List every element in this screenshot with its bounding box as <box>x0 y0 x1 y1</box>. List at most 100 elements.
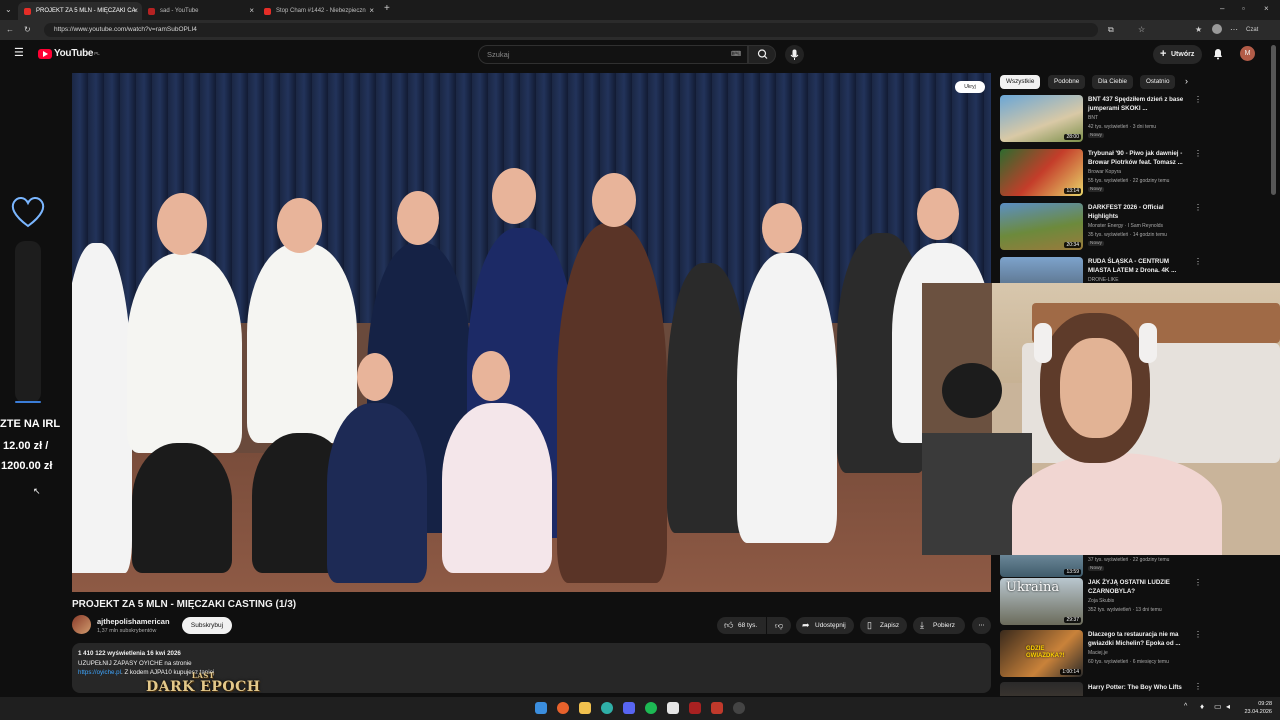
more-vert-icon[interactable]: ⋮ <box>1194 203 1202 212</box>
address-input[interactable]: https://www.youtube.com/watch?v=ramSubOP… <box>44 23 1098 37</box>
subscribe-button[interactable]: Subskrybuj <box>182 617 232 634</box>
video-head <box>277 198 322 253</box>
keyboard-icon[interactable]: ⌨ <box>731 50 741 58</box>
description-link[interactable]: https://oyiche.pl <box>78 669 121 676</box>
copilot-chat-button[interactable]: Czat <box>1246 25 1258 35</box>
page-scrollbar[interactable] <box>1271 45 1276 195</box>
channel-avatar[interactable] <box>72 615 91 634</box>
search-input[interactable]: Szukaj <box>478 45 748 64</box>
youtube-logo-text: YouTube <box>54 48 94 59</box>
game-icon[interactable] <box>689 702 701 714</box>
video-duration: 13:14 <box>1064 188 1081 194</box>
recommendation-item[interactable]: Ukraina 29:37 JAK ŻYJĄ OSTATNI LUDZIE CZ… <box>1000 578 1270 628</box>
bookmark-icon: ▯ <box>867 620 872 630</box>
volume-icon[interactable]: ◂ <box>1226 702 1230 711</box>
tray-app-icon[interactable]: ♦ <box>1200 702 1204 711</box>
obs-icon[interactable] <box>733 702 745 714</box>
notifications-bell-icon[interactable] <box>1212 47 1224 60</box>
tab-list-icon[interactable]: ⌄ <box>5 5 12 15</box>
share-arrow-icon: ➦ <box>802 620 810 630</box>
tab-stop-cham[interactable]: Stop Cham #1442 - Niebezpieczn × <box>258 2 378 20</box>
more-vert-icon[interactable]: ⋮ <box>1194 682 1202 691</box>
translate-icon[interactable]: ⧉ <box>1108 25 1114 35</box>
tray-chevron-icon[interactable]: ^ <box>1184 703 1187 710</box>
video-head <box>472 351 510 401</box>
profile-avatar-icon[interactable] <box>1212 24 1222 34</box>
browser-tab-bar: ⌄ PROJEKT ZA 5 MLN - MIĘCZAKI CA × sad -… <box>0 0 1280 20</box>
clock-date: 23.04.2026 <box>1244 709 1272 715</box>
tab-title: sad - YouTube <box>160 8 199 14</box>
system-clock[interactable]: 09:28 23.04.2026 <box>1240 700 1272 716</box>
webcam-person-face <box>1060 338 1132 438</box>
recommendation-item[interactable]: 28:00 BNT 437 Spędziłem dzień z base jum… <box>1000 95 1270 145</box>
dislike-button[interactable]: 👎︎ <box>767 617 791 634</box>
new-tab-icon[interactable]: + <box>384 4 390 14</box>
video-head <box>492 168 536 224</box>
edge-icon[interactable] <box>601 702 613 714</box>
browser-toolbar: ← ↻ https://www.youtube.com/watch?v=ramS… <box>0 20 1280 40</box>
more-vert-icon[interactable]: ⋮ <box>1194 257 1202 266</box>
hamburger-menu-icon[interactable]: ☰ <box>14 48 24 59</box>
donation-goal-amount: 1200.00 zł <box>1 460 53 472</box>
close-window-icon[interactable]: × <box>1264 4 1269 14</box>
notepad-icon[interactable] <box>667 702 679 714</box>
search-button[interactable] <box>748 45 776 64</box>
more-vert-icon[interactable]: ⋮ <box>1194 149 1202 158</box>
chip-recent[interactable]: Ostatnio <box>1140 75 1176 89</box>
more-vert-icon[interactable]: ⋮ <box>1194 95 1202 104</box>
chip-for-you[interactable]: Dla Ciebie <box>1092 75 1134 89</box>
video-head <box>157 193 207 255</box>
file-explorer-icon[interactable] <box>579 702 591 714</box>
download-button[interactable]: ⤓ Pobierz <box>913 617 965 634</box>
youtube-favicon-icon <box>264 7 271 15</box>
start-menu-icon[interactable] <box>535 702 547 714</box>
tab-youtube-video[interactable]: PROJEKT ZA 5 MLN - MIĘCZAKI CA × <box>18 2 142 20</box>
voice-search-button[interactable] <box>785 45 804 64</box>
discord-icon[interactable] <box>623 702 635 714</box>
recommendation-item[interactable]: 13:59 37 tys. wyświetleń · 22 godziny te… <box>1000 555 1270 577</box>
favorites-icon[interactable]: ★ <box>1195 25 1202 35</box>
recommendation-item[interactable]: Harry Potter: The Boy Who Lifts ⋮ <box>1000 682 1270 696</box>
save-button[interactable]: ▯ Zapisz <box>860 617 907 634</box>
chip-all[interactable]: Wszystkie <box>1000 75 1041 89</box>
chevron-right-icon[interactable]: › <box>1185 77 1188 86</box>
spotify-icon[interactable] <box>645 702 657 714</box>
thumbs-up-icon: 👍︎ <box>724 620 734 630</box>
create-button[interactable]: + Utwórz <box>1153 45 1202 64</box>
video-person <box>442 403 552 573</box>
share-button[interactable]: ➦ Udostępnij <box>796 617 854 634</box>
bookmark-star-icon[interactable]: ☆ <box>1138 25 1145 35</box>
video-person <box>72 243 132 573</box>
tab-sad-youtube[interactable]: sad - YouTube × <box>142 2 258 20</box>
more-vert-icon[interactable]: ⋮ <box>1194 578 1202 587</box>
close-tab-icon[interactable]: × <box>249 7 254 15</box>
close-tab-icon[interactable]: × <box>369 7 374 15</box>
network-icon[interactable]: ▭ <box>1214 702 1222 711</box>
new-badge: Nowy <box>1088 566 1104 571</box>
like-button[interactable]: 👍︎ 68 tys. <box>717 617 766 634</box>
channel-name[interactable]: ajthepolishamerican <box>97 617 170 626</box>
maximize-icon[interactable]: ▫ <box>1242 4 1245 14</box>
more-actions-button[interactable]: ⋯ <box>972 617 991 634</box>
hide-overlay-button[interactable]: Ukryj <box>955 81 985 93</box>
video-player[interactable]: Ukryj <box>72 73 991 592</box>
recommendation-item[interactable]: RUDA ŚLĄSKA - CENTRUM MIASTA LATEM z Dro… <box>1000 257 1270 283</box>
firefox-icon[interactable] <box>557 702 569 714</box>
heart-icon <box>11 197 45 228</box>
recommendation-title: Harry Potter: The Boy Who Lifts <box>1088 684 1182 691</box>
menu-dots-icon[interactable]: ⋯ <box>1230 25 1238 35</box>
recommendation-item[interactable]: 20:34 DARKFEST 2026 - Official Highlight… <box>1000 203 1270 253</box>
minimize-icon[interactable]: – <box>1220 4 1224 14</box>
more-vert-icon[interactable]: ⋮ <box>1194 630 1202 639</box>
back-icon[interactable]: ← <box>6 25 14 35</box>
reload-icon[interactable]: ↻ <box>24 25 31 35</box>
recommendation-item[interactable]: 13:14 Trybunał '90 - Piwo jak dawniej - … <box>1000 149 1270 199</box>
calendar-icon[interactable] <box>711 702 723 714</box>
close-tab-icon[interactable]: × <box>133 7 138 15</box>
chip-similar[interactable]: Podobne <box>1048 75 1086 89</box>
youtube-logo[interactable]: YouTube PL <box>38 48 100 59</box>
recommendation-item[interactable]: GDZIE GWIAZDKA?! 1:00:14 Dlaczego ta res… <box>1000 630 1270 680</box>
account-avatar[interactable]: M <box>1240 46 1255 61</box>
hide-label: Ukryj <box>964 84 976 90</box>
game-logo-top: LAST <box>191 671 215 680</box>
